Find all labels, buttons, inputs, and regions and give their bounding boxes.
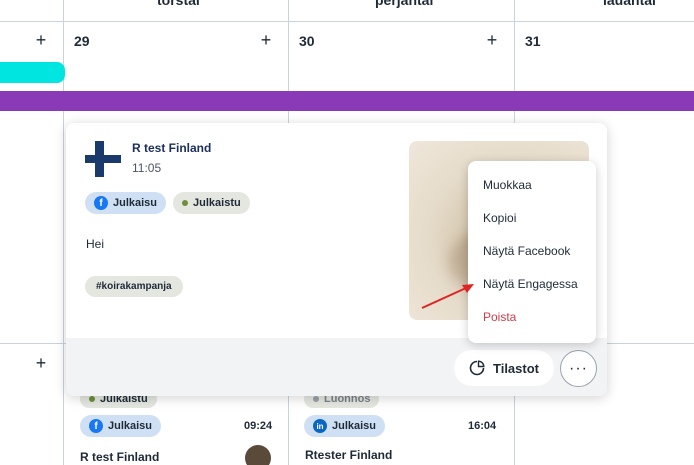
facebook-icon: f [94, 196, 108, 210]
menu-item-view-engage[interactable]: Näytä Engagessa [483, 277, 578, 291]
post-time: 09:24 [244, 420, 273, 432]
channel-label: Julkaisu [113, 197, 158, 209]
day-number-30: 30 [299, 33, 315, 49]
annotation-arrow-icon [421, 284, 474, 309]
post-time: 11:05 [132, 161, 162, 175]
campaign-bar-purple[interactable] [0, 91, 694, 111]
add-post-button[interactable]: + [255, 29, 277, 51]
linkedin-icon: in [313, 419, 327, 433]
account-name: R test Finland [80, 450, 160, 464]
background-post-card[interactable]: Julkaistu f Julkaisu 09:24 R test Finlan… [70, 390, 280, 465]
account-name: Rtester Finland [305, 448, 393, 462]
hashtag-chip: #koirakampanja [85, 276, 183, 297]
menu-item-edit[interactable]: Muokkaa [483, 178, 532, 192]
post-actions-menu: Muokkaa Kopioi Näytä Facebook Näytä Enga… [468, 161, 596, 343]
channel-badge: f Julkaisu [85, 192, 167, 214]
finland-flag-icon [85, 141, 121, 177]
pie-chart-icon [469, 360, 485, 376]
add-post-button[interactable]: + [30, 352, 52, 374]
status-label: Julkaistu [193, 197, 241, 209]
add-post-button[interactable]: + [481, 29, 503, 51]
post-time: 16:04 [468, 420, 497, 432]
post-badges: f Julkaisu Julkaistu [85, 192, 250, 214]
channel-label: Julkaisu [108, 420, 153, 432]
add-post-button[interactable]: + [30, 29, 52, 51]
menu-item-copy[interactable]: Kopioi [483, 211, 516, 225]
stats-label: Tilastot [493, 360, 539, 376]
post-text: Hei [86, 237, 105, 251]
account-name: R test Finland [132, 141, 212, 155]
status-dot [313, 396, 319, 402]
day-name-thursday: torstai [157, 0, 200, 8]
channel-label: Julkaisu [332, 420, 377, 432]
status-dot [89, 396, 95, 402]
avatar [245, 445, 271, 465]
grid-line [0, 21, 694, 22]
background-post-card[interactable]: Luonnos in Julkaisu 16:04 Rtester Finlan… [296, 390, 508, 465]
channel-badge: in Julkaisu [304, 415, 386, 437]
day-number-31: 31 [525, 33, 541, 49]
status-badge: Julkaistu [173, 192, 250, 214]
status-dot [182, 200, 189, 206]
stats-button[interactable]: Tilastot [454, 350, 554, 386]
menu-item-view-facebook[interactable]: Näytä Facebook [483, 244, 570, 258]
campaign-bar-cyan[interactable] [0, 62, 65, 83]
day-name-friday: perjantai [375, 0, 434, 8]
facebook-icon: f [89, 419, 103, 433]
more-options-button[interactable]: ··· [560, 350, 597, 387]
channel-badge: f Julkaisu [80, 415, 162, 437]
day-name-saturday: lauantai [603, 0, 656, 8]
day-number-29: 29 [74, 33, 90, 49]
menu-item-delete[interactable]: Poista [483, 310, 516, 324]
